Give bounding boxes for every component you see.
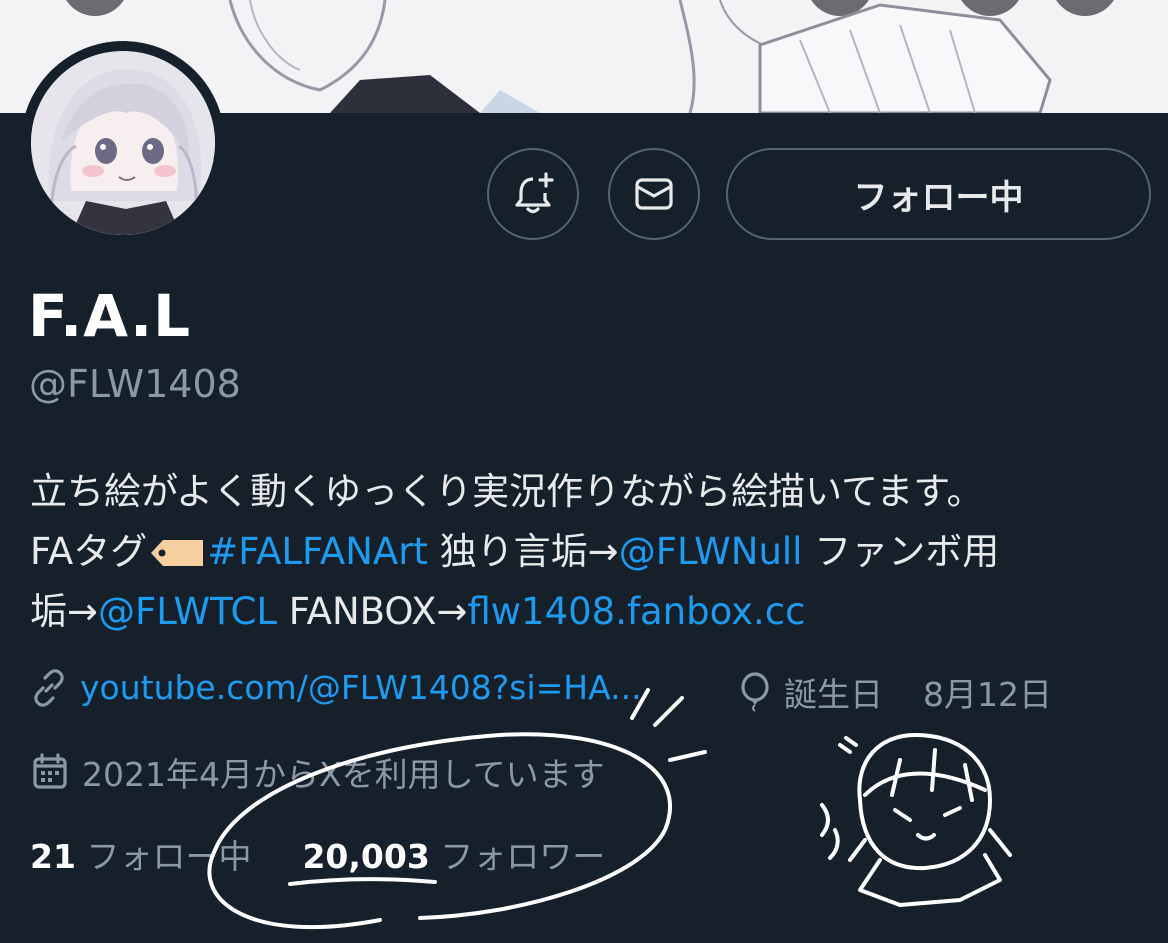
notify-button[interactable]: [487, 148, 579, 240]
calendar-icon: [33, 753, 67, 789]
following-label: フォロー中: [86, 837, 252, 876]
fanbox-link[interactable]: flw1408.fanbox.cc: [467, 590, 805, 633]
bio-text: FANBOX→: [276, 590, 468, 633]
website-link[interactable]: youtube.com/@FLW1408?si=HA...: [80, 668, 642, 707]
profile-bio: 立ち絵がよく動くゆっくり実況作りながら絵描いてます。 FAタグ #FALFANAr…: [30, 462, 1150, 642]
bio-text: 垢→: [30, 590, 99, 633]
follow-counts: 21 フォロー中 20,003 フォロワー: [30, 830, 605, 878]
mention-link-flwtcl[interactable]: @FLWTCL: [98, 590, 277, 633]
birthday-label: 誕生日: [784, 675, 883, 714]
balloon-icon: [741, 672, 769, 712]
following-button[interactable]: フォロー中: [726, 148, 1151, 240]
envelope-icon: [635, 178, 673, 210]
following-link[interactable]: 21 フォロー中: [30, 837, 251, 876]
bio-text: FAタグ: [30, 530, 148, 573]
label-tag-icon: [151, 540, 204, 566]
bio-line-2: FAタグ #FALFANArt 独り言垢→@FLWNull ファンボ用: [30, 522, 1150, 582]
bio-line-3: 垢→@FLWTCL FANBOX→flw1408.fanbox.cc: [30, 582, 1150, 642]
website-row: youtube.com/@FLW1408?si=HA...: [30, 668, 642, 707]
message-button[interactable]: [608, 148, 700, 240]
followers-count: 20,003: [302, 837, 430, 876]
mention-link-flwnull[interactable]: @FLWNull: [619, 530, 803, 573]
user-handle: @FLW1408: [29, 362, 241, 406]
bio-text: 独り言垢→: [427, 530, 619, 573]
birthday-row: 誕生日 8月12日: [738, 668, 1052, 716]
display-name: F.A.L: [28, 282, 192, 350]
bio-text: ファンボ用: [802, 530, 1000, 573]
hashtag-link[interactable]: #FALFANArt: [207, 530, 428, 573]
bell-plus-icon: [515, 172, 554, 214]
joined-row: 2021年4月からXを利用しています: [30, 748, 605, 796]
joined-date: 2021年4月からXを利用しています: [82, 755, 605, 794]
bio-line-1: 立ち絵がよく動くゆっくり実況作りながら絵描いてます。: [30, 470, 984, 513]
followers-link[interactable]: 20,003 フォロワー: [302, 837, 605, 876]
followers-label: フォロワー: [440, 837, 606, 876]
following-count: 21: [30, 837, 76, 876]
avatar-image: [31, 51, 215, 235]
link-icon: [34, 668, 64, 707]
birthday-value: 8月12日: [923, 675, 1052, 714]
avatar[interactable]: [21, 41, 225, 245]
